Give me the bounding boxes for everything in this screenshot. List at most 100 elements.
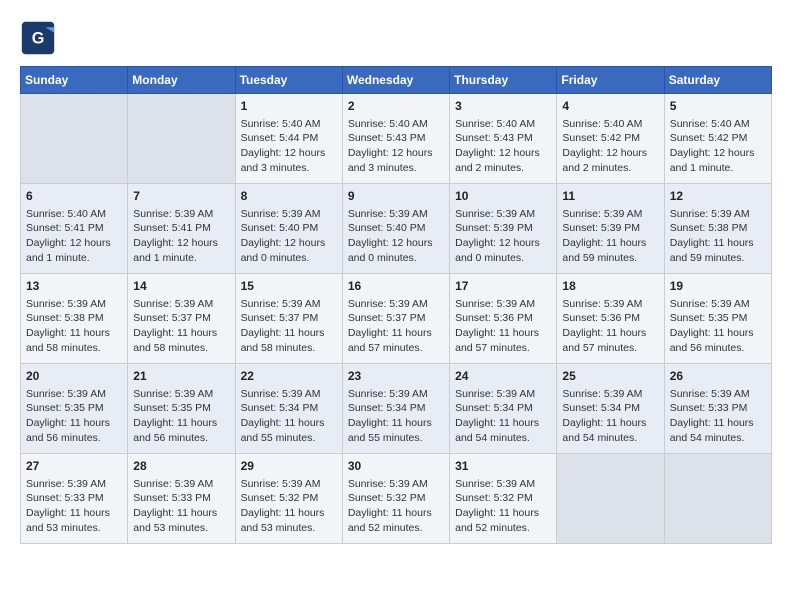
day-info: Sunrise: 5:40 AM Sunset: 5:42 PM Dayligh… bbox=[670, 117, 766, 176]
day-number: 5 bbox=[670, 98, 766, 115]
logo-icon: G bbox=[20, 20, 56, 56]
page-header: G bbox=[20, 20, 772, 56]
day-info: Sunrise: 5:39 AM Sunset: 5:38 PM Dayligh… bbox=[26, 297, 122, 356]
day-cell: 31 Sunrise: 5:39 AM Sunset: 5:32 PM Dayli… bbox=[450, 454, 557, 544]
day-cell: 10 Sunrise: 5:39 AM Sunset: 5:39 PM Dayli… bbox=[450, 184, 557, 274]
day-info: Sunrise: 5:39 AM Sunset: 5:33 PM Dayligh… bbox=[26, 477, 122, 536]
day-cell: 13 Sunrise: 5:39 AM Sunset: 5:38 PM Dayli… bbox=[21, 274, 128, 364]
day-number: 18 bbox=[562, 278, 658, 295]
day-cell: 21 Sunrise: 5:39 AM Sunset: 5:35 PM Dayli… bbox=[128, 364, 235, 454]
header-cell-friday: Friday bbox=[557, 67, 664, 94]
day-cell: 28 Sunrise: 5:39 AM Sunset: 5:33 PM Dayli… bbox=[128, 454, 235, 544]
day-info: Sunrise: 5:39 AM Sunset: 5:40 PM Dayligh… bbox=[348, 207, 444, 266]
day-number: 10 bbox=[455, 188, 551, 205]
day-info: Sunrise: 5:39 AM Sunset: 5:38 PM Dayligh… bbox=[670, 207, 766, 266]
day-info: Sunrise: 5:39 AM Sunset: 5:35 PM Dayligh… bbox=[670, 297, 766, 356]
day-cell: 3 Sunrise: 5:40 AM Sunset: 5:43 PM Daylig… bbox=[450, 94, 557, 184]
day-cell bbox=[557, 454, 664, 544]
day-info: Sunrise: 5:39 AM Sunset: 5:39 PM Dayligh… bbox=[455, 207, 551, 266]
day-info: Sunrise: 5:39 AM Sunset: 5:32 PM Dayligh… bbox=[455, 477, 551, 536]
day-cell: 8 Sunrise: 5:39 AM Sunset: 5:40 PM Daylig… bbox=[235, 184, 342, 274]
day-cell: 11 Sunrise: 5:39 AM Sunset: 5:39 PM Dayli… bbox=[557, 184, 664, 274]
day-number: 7 bbox=[133, 188, 229, 205]
header-cell-tuesday: Tuesday bbox=[235, 67, 342, 94]
day-number: 25 bbox=[562, 368, 658, 385]
day-cell: 30 Sunrise: 5:39 AM Sunset: 5:32 PM Dayli… bbox=[342, 454, 449, 544]
day-info: Sunrise: 5:39 AM Sunset: 5:33 PM Dayligh… bbox=[670, 387, 766, 446]
logo: G bbox=[20, 20, 60, 56]
day-number: 1 bbox=[241, 98, 337, 115]
day-info: Sunrise: 5:39 AM Sunset: 5:36 PM Dayligh… bbox=[562, 297, 658, 356]
day-cell bbox=[664, 454, 771, 544]
day-cell: 2Sunrise: 5:40 AM Sunset: 5:43 PM Daylig… bbox=[342, 94, 449, 184]
day-number: 12 bbox=[670, 188, 766, 205]
day-cell: 16 Sunrise: 5:39 AM Sunset: 5:37 PM Dayli… bbox=[342, 274, 449, 364]
day-cell: 6 Sunrise: 5:40 AM Sunset: 5:41 PM Daylig… bbox=[21, 184, 128, 274]
day-cell: 19 Sunrise: 5:39 AM Sunset: 5:35 PM Dayli… bbox=[664, 274, 771, 364]
day-info: Sunrise: 5:39 AM Sunset: 5:32 PM Dayligh… bbox=[348, 477, 444, 536]
day-number: 29 bbox=[241, 458, 337, 475]
day-cell: 29 Sunrise: 5:39 AM Sunset: 5:32 PM Dayli… bbox=[235, 454, 342, 544]
header-cell-thursday: Thursday bbox=[450, 67, 557, 94]
day-number: 11 bbox=[562, 188, 658, 205]
day-number: 3 bbox=[455, 98, 551, 115]
header-cell-wednesday: Wednesday bbox=[342, 67, 449, 94]
week-row-4: 20 Sunrise: 5:39 AM Sunset: 5:35 PM Dayli… bbox=[21, 364, 772, 454]
week-row-2: 6 Sunrise: 5:40 AM Sunset: 5:41 PM Daylig… bbox=[21, 184, 772, 274]
calendar-table: SundayMondayTuesdayWednesdayThursdayFrid… bbox=[20, 66, 772, 544]
day-info: Sunrise: 5:39 AM Sunset: 5:34 PM Dayligh… bbox=[348, 387, 444, 446]
day-cell: 22Sunrise: 5:39 AM Sunset: 5:34 PM Dayli… bbox=[235, 364, 342, 454]
day-info: Sunrise: 5:39 AM Sunset: 5:36 PM Dayligh… bbox=[455, 297, 551, 356]
day-number: 30 bbox=[348, 458, 444, 475]
day-cell: 12 Sunrise: 5:39 AM Sunset: 5:38 PM Dayli… bbox=[664, 184, 771, 274]
day-info: Sunrise: 5:39 AM Sunset: 5:41 PM Dayligh… bbox=[133, 207, 229, 266]
day-number: 14 bbox=[133, 278, 229, 295]
day-number: 13 bbox=[26, 278, 122, 295]
week-row-1: 1Sunrise: 5:40 AM Sunset: 5:44 PM Daylig… bbox=[21, 94, 772, 184]
day-number: 2 bbox=[348, 98, 444, 115]
day-cell: 23Sunrise: 5:39 AM Sunset: 5:34 PM Dayli… bbox=[342, 364, 449, 454]
header-cell-monday: Monday bbox=[128, 67, 235, 94]
header-cell-saturday: Saturday bbox=[664, 67, 771, 94]
day-info: Sunrise: 5:40 AM Sunset: 5:42 PM Dayligh… bbox=[562, 117, 658, 176]
day-number: 9 bbox=[348, 188, 444, 205]
day-info: Sunrise: 5:39 AM Sunset: 5:33 PM Dayligh… bbox=[133, 477, 229, 536]
calendar-header: SundayMondayTuesdayWednesdayThursdayFrid… bbox=[21, 67, 772, 94]
day-number: 17 bbox=[455, 278, 551, 295]
day-number: 20 bbox=[26, 368, 122, 385]
header-cell-sunday: Sunday bbox=[21, 67, 128, 94]
day-info: Sunrise: 5:40 AM Sunset: 5:43 PM Dayligh… bbox=[455, 117, 551, 176]
day-number: 21 bbox=[133, 368, 229, 385]
day-cell: 27Sunrise: 5:39 AM Sunset: 5:33 PM Dayli… bbox=[21, 454, 128, 544]
day-cell: 18 Sunrise: 5:39 AM Sunset: 5:36 PM Dayli… bbox=[557, 274, 664, 364]
day-cell: 24Sunrise: 5:39 AM Sunset: 5:34 PM Dayli… bbox=[450, 364, 557, 454]
day-number: 19 bbox=[670, 278, 766, 295]
day-cell: 20 Sunrise: 5:39 AM Sunset: 5:35 PM Dayli… bbox=[21, 364, 128, 454]
day-info: Sunrise: 5:39 AM Sunset: 5:37 PM Dayligh… bbox=[133, 297, 229, 356]
day-number: 28 bbox=[133, 458, 229, 475]
day-info: Sunrise: 5:39 AM Sunset: 5:34 PM Dayligh… bbox=[455, 387, 551, 446]
day-cell: 1Sunrise: 5:40 AM Sunset: 5:44 PM Daylig… bbox=[235, 94, 342, 184]
day-info: Sunrise: 5:39 AM Sunset: 5:35 PM Dayligh… bbox=[26, 387, 122, 446]
day-cell: 4 Sunrise: 5:40 AM Sunset: 5:42 PM Daylig… bbox=[557, 94, 664, 184]
day-number: 8 bbox=[241, 188, 337, 205]
day-number: 26 bbox=[670, 368, 766, 385]
day-number: 4 bbox=[562, 98, 658, 115]
day-cell: 7 Sunrise: 5:39 AM Sunset: 5:41 PM Daylig… bbox=[128, 184, 235, 274]
day-info: Sunrise: 5:39 AM Sunset: 5:35 PM Dayligh… bbox=[133, 387, 229, 446]
day-number: 16 bbox=[348, 278, 444, 295]
day-cell: 14 Sunrise: 5:39 AM Sunset: 5:37 PM Dayli… bbox=[128, 274, 235, 364]
day-info: Sunrise: 5:39 AM Sunset: 5:37 PM Dayligh… bbox=[348, 297, 444, 356]
day-info: Sunrise: 5:39 AM Sunset: 5:39 PM Dayligh… bbox=[562, 207, 658, 266]
day-cell: 9 Sunrise: 5:39 AM Sunset: 5:40 PM Daylig… bbox=[342, 184, 449, 274]
day-info: Sunrise: 5:40 AM Sunset: 5:41 PM Dayligh… bbox=[26, 207, 122, 266]
day-info: Sunrise: 5:39 AM Sunset: 5:37 PM Dayligh… bbox=[241, 297, 337, 356]
day-cell: 17 Sunrise: 5:39 AM Sunset: 5:36 PM Dayli… bbox=[450, 274, 557, 364]
day-number: 31 bbox=[455, 458, 551, 475]
day-info: Sunrise: 5:39 AM Sunset: 5:32 PM Dayligh… bbox=[241, 477, 337, 536]
day-info: Sunrise: 5:39 AM Sunset: 5:34 PM Dayligh… bbox=[241, 387, 337, 446]
week-row-5: 27Sunrise: 5:39 AM Sunset: 5:33 PM Dayli… bbox=[21, 454, 772, 544]
day-number: 6 bbox=[26, 188, 122, 205]
day-info: Sunrise: 5:39 AM Sunset: 5:40 PM Dayligh… bbox=[241, 207, 337, 266]
day-cell: 25Sunrise: 5:39 AM Sunset: 5:34 PM Dayli… bbox=[557, 364, 664, 454]
